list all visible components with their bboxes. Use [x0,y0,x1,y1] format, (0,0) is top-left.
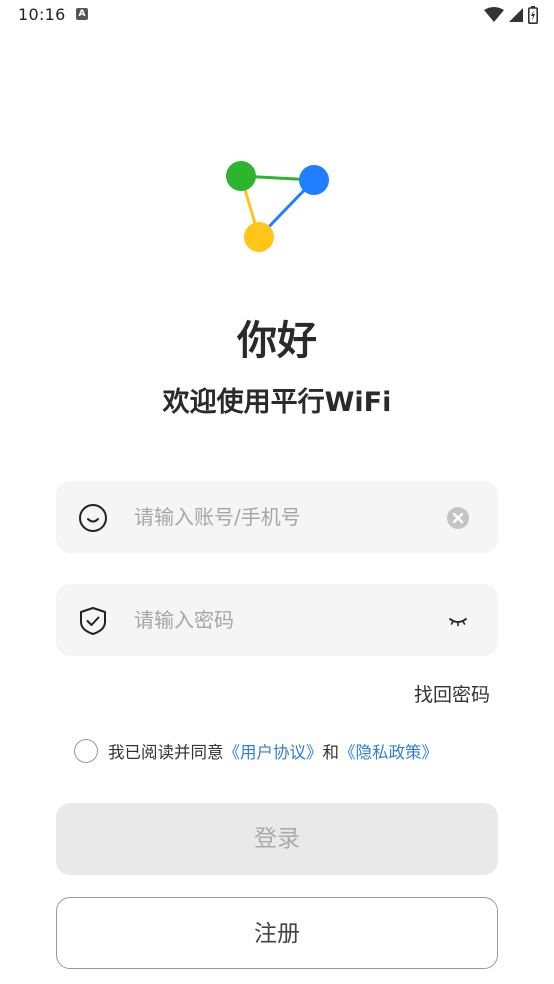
user-agreement-link[interactable]: 《用户协议》 [224,743,323,762]
welcome-subtitle: 欢迎使用平行WiFi [162,387,392,418]
account-field[interactable] [56,481,498,553]
cell-signal-icon [509,8,523,22]
agreement-row: 我已阅读并同意《用户协议》和《隐私政策》 [74,736,438,766]
agreement-checkbox[interactable] [74,739,98,763]
password-input[interactable] [134,584,434,656]
status-icons [484,6,538,24]
status-bar: 10:16 A [0,0,554,30]
status-time: 10:16 [18,5,66,24]
password-field[interactable] [56,584,498,656]
login-screen: 10:16 A 你好 欢迎使用平行WiFi 请输入账号/手机号 找回密码 我已阅… [0,0,554,984]
forgot-password-link[interactable]: 找回密码 [414,680,490,707]
eye-closed-icon[interactable] [446,609,470,633]
account-input[interactable] [134,481,434,553]
battery-charging-icon [528,6,538,24]
greeting-title: 你好 [237,318,317,364]
agreement-text: 我已阅读并同意《用户协议》和《隐私政策》 [108,739,438,763]
privacy-policy-link[interactable]: 《隐私政策》 [339,743,438,762]
agreement-prefix: 我已阅读并同意 [108,743,224,762]
a-notification-icon: A [76,8,88,20]
network-nodes-logo [226,161,329,252]
agreement-joiner: 和 [322,743,340,762]
clear-icon[interactable] [446,506,470,530]
login-button[interactable]: 登录 [56,803,498,875]
shield-check-icon [80,607,106,635]
wifi-signal-icon [484,7,504,22]
face-icon [79,504,107,532]
register-button[interactable]: 注册 [56,897,498,969]
